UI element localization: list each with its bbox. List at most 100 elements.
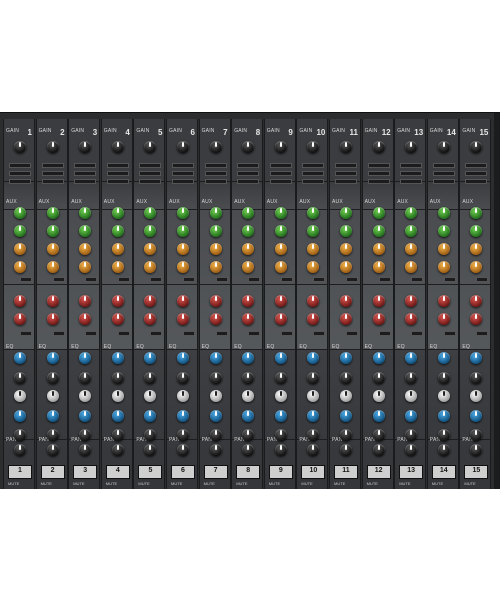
- aux-1-knob[interactable]: [372, 207, 385, 219]
- switch-button[interactable]: [237, 163, 260, 168]
- switch-button[interactable]: [302, 171, 325, 176]
- gain-knob[interactable]: [209, 141, 222, 153]
- switch-button[interactable]: [9, 163, 31, 168]
- eq-low-mid-knob[interactable]: [46, 410, 59, 422]
- aux-2-knob[interactable]: [209, 225, 222, 237]
- pan-knob[interactable]: [437, 444, 450, 456]
- aux-1-knob[interactable]: [14, 207, 26, 219]
- eq-low-knob[interactable]: [111, 429, 124, 441]
- pre-post-button[interactable]: [346, 277, 358, 282]
- switch-button[interactable]: [335, 171, 357, 176]
- aux-5-knob[interactable]: [46, 295, 59, 307]
- switch-button[interactable]: [204, 179, 227, 184]
- aux-1-knob[interactable]: [470, 207, 483, 219]
- aux-6-knob[interactable]: [242, 313, 255, 325]
- aux-1-knob[interactable]: [307, 207, 320, 219]
- pan-knob[interactable]: [111, 444, 124, 456]
- aux-4-knob[interactable]: [372, 261, 385, 273]
- gain-knob[interactable]: [307, 141, 320, 153]
- aux-6-knob[interactable]: [111, 313, 124, 325]
- aux-2-knob[interactable]: [437, 225, 450, 237]
- eq-hi-mid-freq-knob[interactable]: [372, 372, 385, 384]
- switch-button[interactable]: [237, 179, 260, 184]
- mute-button[interactable]: 14: [431, 465, 456, 479]
- switch-button[interactable]: [367, 163, 390, 168]
- aux-4-knob[interactable]: [274, 261, 287, 273]
- aux-3-knob[interactable]: [405, 243, 418, 255]
- eq-mid-knob[interactable]: [242, 390, 255, 402]
- eq-low-mid-knob[interactable]: [242, 410, 255, 422]
- eq-hi-mid-freq-knob[interactable]: [14, 372, 26, 384]
- eq-hi-mid-freq-knob[interactable]: [470, 372, 483, 384]
- eq-hi-mid-freq-knob[interactable]: [340, 372, 352, 384]
- aux-5-knob[interactable]: [372, 295, 385, 307]
- eq-high-knob[interactable]: [340, 352, 352, 364]
- pre-post-button[interactable]: [476, 277, 489, 282]
- pre-post-button[interactable]: [183, 331, 195, 336]
- switch-button[interactable]: [106, 171, 129, 176]
- eq-hi-mid-freq-knob[interactable]: [274, 372, 287, 384]
- aux-3-knob[interactable]: [14, 243, 26, 255]
- aux-2-knob[interactable]: [79, 225, 92, 237]
- switch-button[interactable]: [432, 179, 455, 184]
- eq-low-mid-knob[interactable]: [144, 410, 157, 422]
- aux-3-knob[interactable]: [307, 243, 320, 255]
- switch-button[interactable]: [41, 171, 64, 176]
- aux-3-knob[interactable]: [340, 243, 352, 255]
- eq-high-knob[interactable]: [14, 352, 26, 364]
- eq-low-knob[interactable]: [274, 429, 287, 441]
- switch-button[interactable]: [465, 179, 488, 184]
- eq-hi-mid-freq-knob[interactable]: [79, 372, 92, 384]
- aux-4-knob[interactable]: [209, 261, 222, 273]
- pre-post-button[interactable]: [52, 331, 65, 336]
- aux-4-knob[interactable]: [437, 261, 450, 273]
- aux-6-knob[interactable]: [307, 313, 320, 325]
- gain-knob[interactable]: [79, 141, 92, 153]
- gain-knob[interactable]: [242, 141, 255, 153]
- switch-button[interactable]: [41, 179, 64, 184]
- aux-6-knob[interactable]: [372, 313, 385, 325]
- gain-knob[interactable]: [144, 141, 157, 153]
- eq-low-knob[interactable]: [209, 429, 222, 441]
- switch-button[interactable]: [269, 163, 292, 168]
- eq-hi-mid-freq-knob[interactable]: [437, 372, 450, 384]
- mute-button[interactable]: 10: [301, 465, 326, 479]
- pre-post-button[interactable]: [346, 331, 358, 336]
- switch-button[interactable]: [139, 163, 162, 168]
- eq-mid-knob[interactable]: [177, 390, 189, 402]
- aux-3-knob[interactable]: [470, 243, 483, 255]
- pre-post-button[interactable]: [215, 277, 228, 282]
- switch-button[interactable]: [269, 179, 292, 184]
- aux-4-knob[interactable]: [405, 261, 418, 273]
- eq-hi-mid-freq-knob[interactable]: [307, 372, 320, 384]
- pre-post-button[interactable]: [313, 331, 326, 336]
- eq-high-knob[interactable]: [79, 352, 92, 364]
- aux-3-knob[interactable]: [209, 243, 222, 255]
- eq-low-mid-knob[interactable]: [405, 410, 418, 422]
- aux-2-knob[interactable]: [274, 225, 287, 237]
- aux-1-knob[interactable]: [177, 207, 189, 219]
- aux-5-knob[interactable]: [111, 295, 124, 307]
- aux-5-knob[interactable]: [470, 295, 483, 307]
- pan-knob[interactable]: [274, 444, 287, 456]
- pre-post-button[interactable]: [183, 277, 195, 282]
- aux-2-knob[interactable]: [14, 225, 26, 237]
- eq-mid-knob[interactable]: [46, 390, 59, 402]
- eq-low-mid-knob[interactable]: [14, 410, 26, 422]
- eq-hi-mid-freq-knob[interactable]: [111, 372, 124, 384]
- aux-1-knob[interactable]: [209, 207, 222, 219]
- aux-5-knob[interactable]: [144, 295, 157, 307]
- aux-1-knob[interactable]: [437, 207, 450, 219]
- pre-post-button[interactable]: [20, 331, 32, 336]
- aux-1-knob[interactable]: [79, 207, 92, 219]
- pan-knob[interactable]: [209, 444, 222, 456]
- eq-low-knob[interactable]: [14, 429, 26, 441]
- pan-knob[interactable]: [372, 444, 385, 456]
- aux-6-knob[interactable]: [144, 313, 157, 325]
- eq-high-knob[interactable]: [437, 352, 450, 364]
- switch-button[interactable]: [367, 179, 390, 184]
- aux-2-knob[interactable]: [242, 225, 255, 237]
- pre-post-button[interactable]: [443, 277, 456, 282]
- aux-4-knob[interactable]: [340, 261, 352, 273]
- eq-mid-knob[interactable]: [209, 390, 222, 402]
